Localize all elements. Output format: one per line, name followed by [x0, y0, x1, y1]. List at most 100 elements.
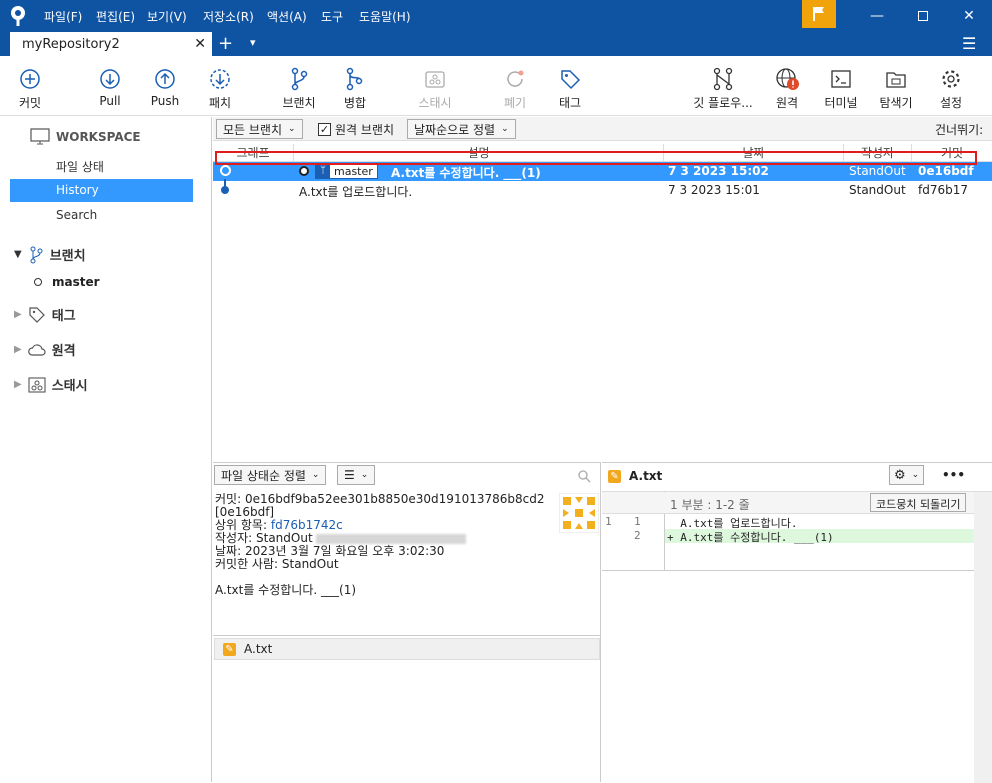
commit-button[interactable]: 커밋 [0, 66, 65, 111]
menu-edit[interactable]: 편집(E) [96, 8, 135, 25]
dropdown-label: 모든 브랜치 [223, 122, 283, 137]
chevron-down-icon: ▼ [14, 249, 22, 260]
parent-link[interactable]: fd76b1742c [271, 518, 343, 532]
stash-button[interactable]: 스태시 [400, 66, 470, 111]
sidebar-branch-master[interactable]: master [34, 275, 100, 289]
head-marker-icon [299, 166, 309, 176]
toolbar: 커밋 Pull Push 패치 브랜치 병합 스태시 폐기 태그 깃 플로우..… [0, 56, 992, 116]
flag-icon [813, 7, 824, 21]
commit-details-pane: 파일 상태순 정렬 ⌄ ☰ ⌄ 커밋: 0e16bdf9ba52ee301b8850… [213, 462, 601, 782]
diff-file-name: A.txt [629, 469, 663, 483]
graph-node-icon [220, 165, 231, 176]
chevron-right-icon: ▶ [14, 379, 22, 390]
more-options-button[interactable]: ••• [942, 468, 965, 482]
sidebar-section-tags[interactable]: ▶ 태그 [14, 305, 76, 324]
scrollbar[interactable] [974, 492, 992, 783]
minimize-button[interactable]: — [854, 0, 900, 32]
new-line-number: 2 [634, 529, 641, 542]
menu-view[interactable]: 보기(V) [147, 8, 187, 25]
merge-label: 병합 [343, 96, 367, 110]
diff-line: 1 1 A.txt를 업로드합니다. [602, 515, 974, 530]
checkbox-label: 원격 브랜치 [335, 123, 395, 137]
hunk-header: 1 부분 : 1-2 줄 코드뭉치 되돌리기 [602, 492, 974, 514]
sidebar-item-history[interactable]: History [10, 179, 193, 202]
minimize-icon: — [870, 8, 884, 24]
history-filter-bar: 모든 브랜치 ⌄ ✓ 원격 브랜치 날짜순으로 정렬 ⌄ 건너뛰기: [213, 117, 992, 141]
branch-filter-dropdown[interactable]: 모든 브랜치 ⌄ [216, 119, 303, 139]
list-icon: ☰ [344, 468, 355, 482]
chevron-down-icon: ⌄ [911, 470, 920, 480]
sidebar-section-branches[interactable]: ▼ 브랜치 [14, 245, 86, 264]
commit-date: 7 3 2023 15:02 [668, 164, 769, 178]
hunk-range: 1 부분 : 1-2 줄 [670, 498, 750, 512]
sidebar-section-label: 브랜치 [49, 249, 86, 264]
monitor-icon [30, 128, 50, 145]
committer-value: StandOut [281, 557, 339, 571]
changed-file-row[interactable]: ✎ A.txt [214, 638, 600, 660]
fetch-icon [210, 69, 230, 89]
author-label: 작성자: [215, 531, 253, 545]
hamburger-menu-icon[interactable]: ☰ [962, 34, 976, 53]
tab-dropdown-button[interactable]: ▾ [250, 36, 256, 49]
file-name: A.txt [244, 642, 273, 656]
terminal-icon [831, 70, 851, 88]
diff-pane: ✎ A.txt ⚙ ⌄ ••• 1 부분 : 1-2 줄 코드뭉치 되돌리기 1 … [602, 462, 992, 783]
sidebar-item-label: Search [56, 208, 98, 222]
commit-hash-label: 커밋: [215, 492, 242, 506]
merge-button[interactable]: 병합 [320, 66, 390, 111]
commit-hash: 0e16bdf [918, 164, 974, 178]
cloud-icon [27, 343, 46, 356]
add-tab-button[interactable]: + [218, 33, 233, 54]
folder-icon [886, 72, 906, 88]
settings-label: 설정 [939, 96, 963, 110]
close-tab-button[interactable]: ✕ [194, 36, 206, 52]
maximize-button[interactable] [900, 0, 946, 32]
settings-button[interactable]: 설정 [916, 66, 986, 111]
sidebar-item-label: History [56, 183, 99, 197]
sort-dropdown[interactable]: 날짜순으로 정렬 ⌄ [407, 119, 516, 139]
workspace-title: WORKSPACE [56, 130, 141, 144]
date-value: 2023년 3월 7일 화요일 오후 3:02:30 [244, 544, 445, 558]
menu-file[interactable]: 파일(F) [44, 8, 82, 25]
commit-author: StandOut [849, 164, 906, 178]
gitflow-label: 깃 플로우... [693, 96, 753, 110]
diff-line-text: + A.txt를 수정합니다. ___(1) [667, 531, 834, 544]
commit-author: StandOut [849, 183, 906, 197]
close-window-button[interactable]: ✕ [946, 0, 992, 32]
menu-repository[interactable]: 저장소(R) [203, 8, 254, 25]
sidebar-section-stash[interactable]: ▶ 스태시 [14, 375, 88, 394]
sidebar-section-remotes[interactable]: ▶ 원격 [14, 340, 76, 359]
modified-file-icon: ✎ [223, 642, 236, 656]
fetch-button[interactable]: 패치 [185, 66, 255, 111]
commit-message: A.txt를 수정합니다. ___(1) [391, 166, 541, 180]
commit-row[interactable]: A.txt를 업로드합니다. 7 3 2023 15:01 StandOut f… [213, 179, 992, 200]
discard-icon [507, 70, 524, 87]
commit-date: 7 3 2023 15:01 [668, 183, 760, 197]
menu-help[interactable]: 도움말(H) [359, 8, 411, 25]
commit-label: 커밋 [18, 96, 42, 110]
sidebar-item-file-status[interactable]: 파일 상태 [10, 154, 193, 177]
search-icon[interactable] [577, 469, 591, 483]
remote-branches-checkbox[interactable]: ✓ 원격 브랜치 [318, 121, 394, 138]
flag-button[interactable] [802, 0, 836, 28]
gitflow-button[interactable]: 깃 플로우... [688, 66, 758, 111]
menu-actions[interactable]: 액션(A) [267, 8, 307, 25]
branch-icon [291, 67, 308, 91]
committer-label: 커밋한 사람: [215, 557, 279, 571]
sidebar-section-label: 스태시 [51, 379, 88, 394]
file-sort-dropdown[interactable]: 파일 상태순 정렬 ⌄ [214, 465, 327, 485]
branch-label-badge: ᛘ master [315, 164, 378, 179]
view-mode-dropdown[interactable]: ☰ ⌄ [337, 465, 376, 485]
avatar [559, 493, 599, 533]
stash-icon [28, 376, 46, 393]
revert-hunk-button[interactable]: 코드뭉치 되돌리기 [870, 493, 967, 512]
menu-tools[interactable]: 도구 [321, 8, 343, 25]
commit-message: A.txt를 업로드합니다. [299, 185, 413, 199]
sidebar-item-search[interactable]: Search [10, 204, 193, 227]
skip-label: 건너뛰기: [935, 123, 984, 137]
tag-button[interactable]: 태그 [535, 66, 605, 111]
new-line-number: 1 [634, 515, 641, 528]
repository-tab[interactable]: myRepository2 ✕ [10, 32, 212, 57]
chevron-down-icon: ⌄ [288, 124, 296, 134]
diff-options-dropdown[interactable]: ⚙ ⌄ [889, 465, 925, 485]
